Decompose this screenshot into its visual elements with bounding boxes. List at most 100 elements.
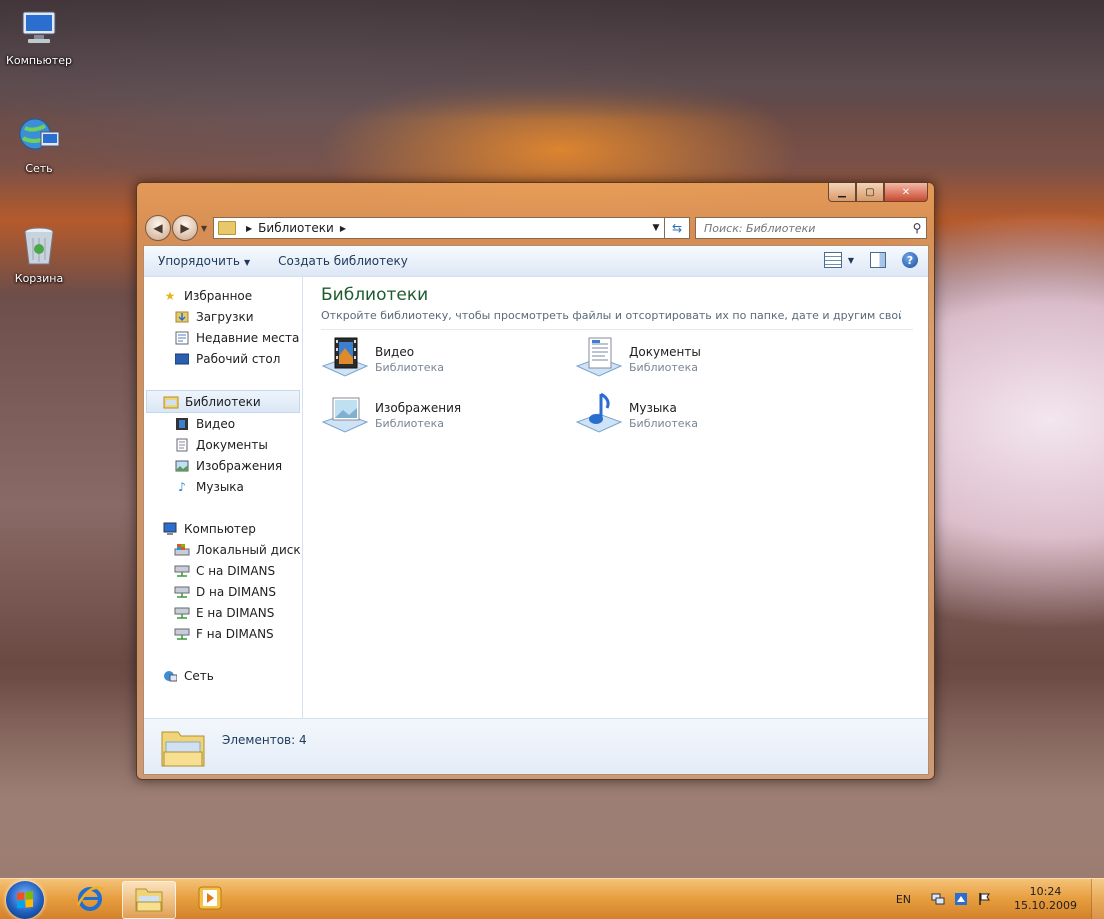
nav-network[interactable]: Сеть xyxy=(144,665,302,686)
details-pane: Элементов: 4 xyxy=(144,718,928,774)
video-icon xyxy=(174,417,190,431)
nav-item-network-drive-e[interactable]: E на DIMANS xyxy=(144,602,302,623)
nav-item-video[interactable]: Видео xyxy=(144,413,302,434)
change-view-button[interactable]: ▼ xyxy=(823,252,854,268)
nav-favorites-label: Избранное xyxy=(184,288,253,303)
library-item-pictures[interactable]: Изображения Библиотека xyxy=(321,390,561,440)
library-list: Видео Библиотека Документы Библиотека Из… xyxy=(321,330,928,470)
nav-item-downloads[interactable]: Загрузки xyxy=(144,306,302,327)
libraries-folder-icon xyxy=(218,221,236,235)
forward-button[interactable]: ▶ xyxy=(172,215,198,241)
help-icon[interactable]: ? xyxy=(902,252,918,268)
preview-pane-button[interactable] xyxy=(870,252,886,268)
taskbar-internet-explorer[interactable] xyxy=(64,881,116,917)
nav-item-local-disk[interactable]: Локальный диск (C xyxy=(144,539,302,560)
library-type: Библиотека xyxy=(629,360,698,374)
nav-computer-label: Компьютер xyxy=(184,521,256,536)
document-icon xyxy=(174,438,190,452)
search-input[interactable] xyxy=(696,220,908,236)
library-name: Музыка xyxy=(629,400,677,415)
taskbar: EN 10:24 15.10.2009 xyxy=(0,878,1104,919)
breadcrumb-libraries[interactable]: Библиотеки xyxy=(258,221,334,235)
library-name: Изображения xyxy=(375,400,462,415)
back-button[interactable]: ◀ xyxy=(145,215,171,241)
address-dropdown-icon[interactable]: ▼ xyxy=(648,223,664,233)
nav-item-label: Документы xyxy=(196,437,268,452)
explorer-window: ▁ ▢ ✕ ◀ ▶ ▼ ▶ Библиотеки ▶ ▼ ⇆ ⚲ Упорядо… xyxy=(136,182,935,780)
nav-item-network-drive-f[interactable]: F на DIMANS xyxy=(144,623,302,644)
update-tray-icon[interactable] xyxy=(954,892,968,906)
refresh-icon: ⇆ xyxy=(671,221,683,235)
nav-item-label: Изображения xyxy=(196,458,283,473)
desktop-icon-recycle-bin[interactable]: Корзина xyxy=(0,224,78,285)
downloads-folder-icon xyxy=(174,310,190,324)
network-drive-icon xyxy=(174,564,190,578)
maximize-button[interactable]: ▢ xyxy=(856,183,884,202)
clock[interactable]: 10:24 15.10.2009 xyxy=(1014,885,1077,913)
nav-item-network-drive-d[interactable]: D на DIMANS xyxy=(144,581,302,602)
close-button[interactable]: ✕ xyxy=(884,183,928,202)
show-desktop-button[interactable] xyxy=(1091,879,1104,919)
start-button[interactable] xyxy=(6,881,44,919)
recent-places-icon xyxy=(174,331,190,345)
recent-pages-dropdown[interactable]: ▼ xyxy=(201,224,207,233)
network-icon xyxy=(162,669,178,683)
library-name: Документы xyxy=(629,344,701,359)
minimize-button[interactable]: ▁ xyxy=(828,183,856,202)
desktop-icon-computer[interactable]: Компьютер xyxy=(0,6,78,67)
taskbar-windows-explorer[interactable] xyxy=(122,881,176,919)
explorer-client: Упорядочить ▼ Создать библиотеку ▼ ? ★ Из… xyxy=(143,245,929,775)
nav-item-documents[interactable]: Документы xyxy=(144,434,302,455)
nav-item-label: Рабочий стол xyxy=(196,351,281,366)
breadcrumb-arrow-icon[interactable]: ▶ xyxy=(246,224,252,233)
search-box[interactable]: ⚲ xyxy=(695,217,927,239)
libraries-folder-icon xyxy=(163,395,179,409)
view-icon xyxy=(823,252,842,268)
library-item-music[interactable]: Музыка Библиотека xyxy=(575,390,815,440)
desktop-icon-network[interactable]: Сеть xyxy=(0,114,78,175)
nav-item-recent-places[interactable]: Недавние места xyxy=(144,327,302,348)
nav-item-label: Загрузки xyxy=(196,309,254,324)
music-library-icon xyxy=(575,392,623,438)
breadcrumb-arrow-icon[interactable]: ▶ xyxy=(340,224,346,233)
library-item-documents[interactable]: Документы Библиотека xyxy=(575,334,815,384)
library-item-video[interactable]: Видео Библиотека xyxy=(321,334,561,384)
nav-item-music[interactable]: ♪ Музыка xyxy=(144,476,302,497)
organize-button[interactable]: Упорядочить ▼ xyxy=(144,254,264,268)
language-indicator[interactable]: EN xyxy=(896,893,911,906)
new-library-label: Создать библиотеку xyxy=(278,254,408,268)
command-bar: Упорядочить ▼ Создать библиотеку ▼ ? xyxy=(144,246,928,277)
chevron-down-icon: ▼ xyxy=(243,258,251,267)
address-bar[interactable]: ▶ Библиотеки ▶ ▼ xyxy=(213,217,665,239)
nav-libraries[interactable]: Библиотеки xyxy=(146,390,300,413)
refresh-button[interactable]: ⇆ xyxy=(664,217,690,239)
maximize-icon: ▢ xyxy=(865,186,875,198)
nav-item-network-drive-c[interactable]: C на DIMANS xyxy=(144,560,302,581)
notification-area: EN 10:24 15.10.2009 xyxy=(896,879,1104,919)
nav-network-label: Сеть xyxy=(184,668,214,683)
nav-libraries-label: Библиотеки xyxy=(185,394,261,409)
nav-item-pictures[interactable]: Изображения xyxy=(144,455,302,476)
nav-computer[interactable]: Компьютер xyxy=(144,518,302,539)
search-icon[interactable]: ⚲ xyxy=(908,221,926,235)
nav-item-label: E на DIMANS xyxy=(196,605,275,620)
taskbar-media-player[interactable] xyxy=(184,881,236,917)
navigation-pane: ★ Избранное Загрузки Недавние места Рабо… xyxy=(144,277,303,719)
windows-explorer-icon xyxy=(134,885,164,916)
new-library-button[interactable]: Создать библиотеку xyxy=(264,254,422,268)
nav-item-desktop[interactable]: Рабочий стол xyxy=(144,348,302,369)
item-count: Элементов: 4 xyxy=(222,732,307,747)
nav-favorites[interactable]: ★ Избранное xyxy=(144,285,302,306)
desktop-folder-icon xyxy=(174,352,190,366)
nav-item-label: C на DIMANS xyxy=(196,563,276,578)
library-type: Библиотека xyxy=(629,416,698,430)
nav-item-label: Музыка xyxy=(196,479,244,494)
desktop-icon-label: Сеть xyxy=(25,162,53,175)
forward-arrow-icon: ▶ xyxy=(180,221,190,235)
windows-logo-icon xyxy=(17,891,33,909)
page-description: Откройте библиотеку, чтобы просмотреть ф… xyxy=(321,309,901,322)
action-center-flag-icon[interactable] xyxy=(977,892,991,906)
nav-item-label: Локальный диск (C xyxy=(196,542,302,557)
network-icon xyxy=(17,114,61,158)
network-tray-icon[interactable] xyxy=(931,892,945,906)
